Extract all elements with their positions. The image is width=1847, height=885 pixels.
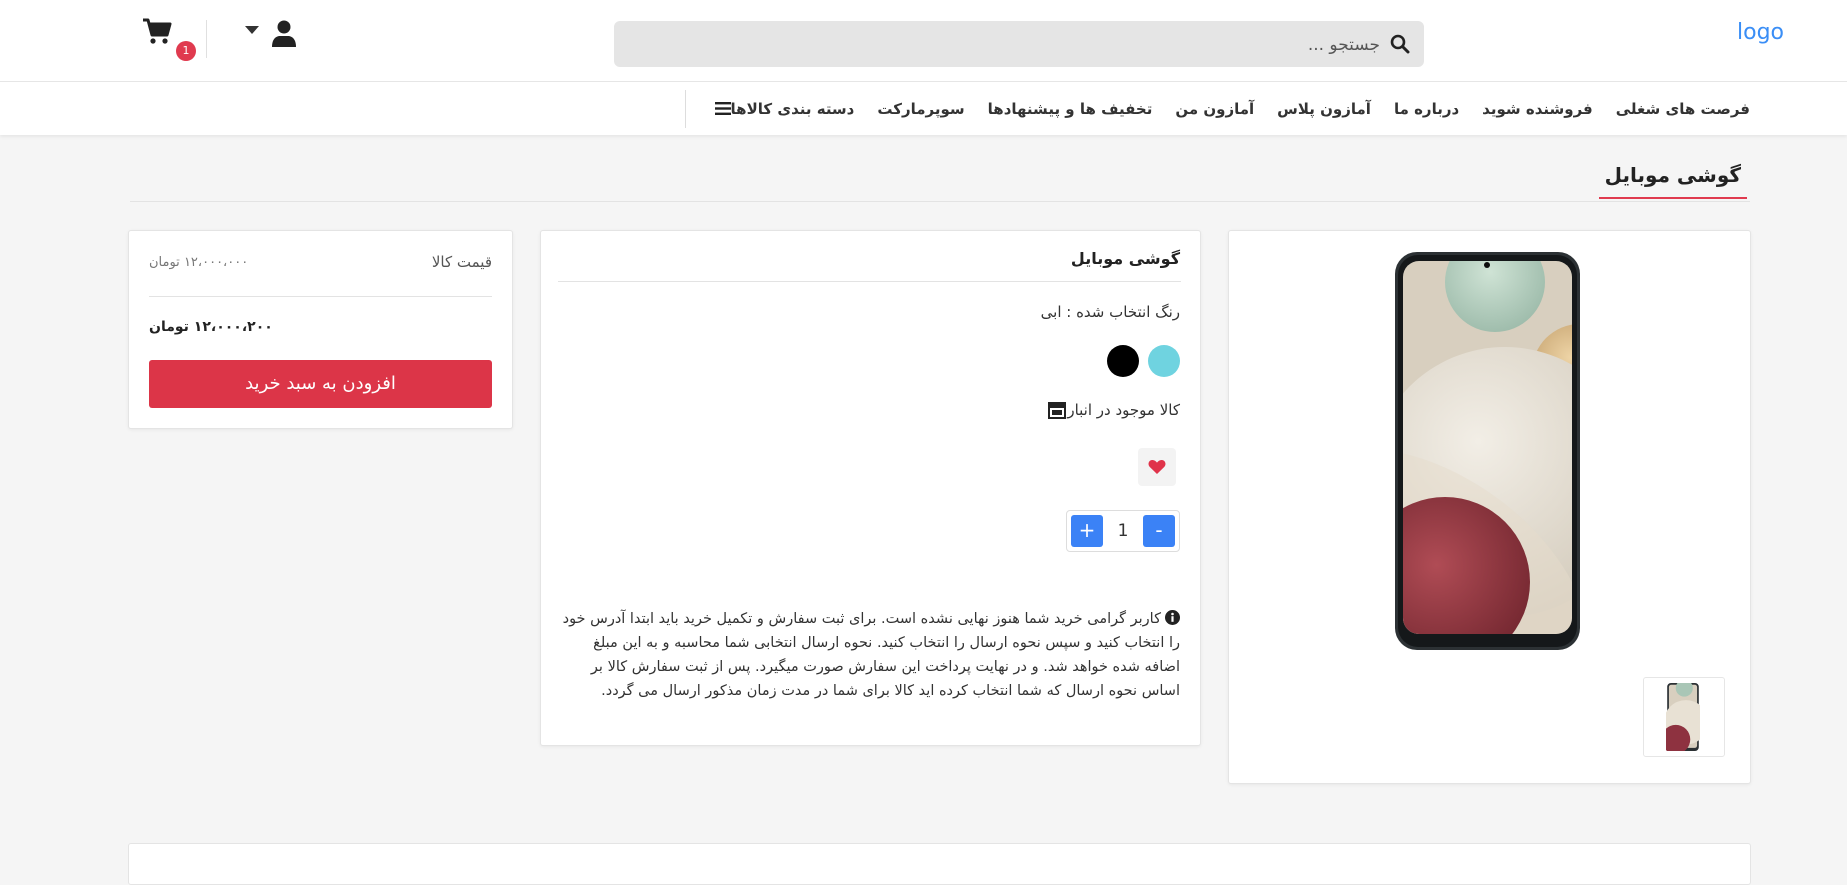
final-price: ۱۲،۰۰۰،۲۰۰ تومان bbox=[149, 319, 273, 335]
old-price: ۱۲،۰۰۰،۰۰۰ تومان bbox=[149, 255, 249, 270]
search-icon[interactable] bbox=[1390, 34, 1410, 54]
price-label: قیمت کالا bbox=[431, 253, 492, 271]
quantity-stepper: - 1 + bbox=[1066, 510, 1180, 552]
wishlist-button[interactable] bbox=[1138, 448, 1176, 486]
stock-status: کالا موجود در انبار bbox=[1038, 401, 1180, 419]
menu-icon bbox=[714, 102, 731, 115]
product-title: گوشی موبایل bbox=[1070, 249, 1180, 268]
thumbnail-image bbox=[1666, 683, 1700, 751]
product-gallery bbox=[1228, 230, 1751, 784]
title-divider bbox=[130, 201, 1750, 202]
chevron-down-icon bbox=[245, 26, 259, 34]
logo[interactable]: logo bbox=[1737, 20, 1784, 45]
nav-item-my-amazon[interactable]: آمازون من bbox=[1175, 100, 1254, 118]
increase-quantity-button[interactable]: + bbox=[1071, 515, 1103, 547]
store-icon bbox=[1048, 402, 1067, 419]
decrease-quantity-button[interactable]: - bbox=[1143, 515, 1175, 547]
main-navigation: دسته بندی کالاها سوپرمارکت تخفیف ها و پی… bbox=[0, 82, 1847, 135]
nav-item-about[interactable]: درباره ما bbox=[1394, 100, 1459, 118]
purchase-notice: کاربر گرامی خرید شما هنوز نهایی نشده است… bbox=[560, 607, 1180, 703]
info-divider bbox=[558, 281, 1181, 282]
color-swatch-black[interactable] bbox=[1107, 345, 1139, 377]
nav-categories[interactable]: دسته بندی کالاها bbox=[684, 89, 855, 128]
product-image[interactable] bbox=[1395, 252, 1580, 650]
nav-item-offers[interactable]: تخفیف ها و پیشنهادها bbox=[988, 100, 1153, 118]
thumbnail[interactable] bbox=[1643, 677, 1725, 757]
heart-icon bbox=[1148, 459, 1166, 474]
header-divider bbox=[206, 20, 207, 58]
search-bar[interactable] bbox=[614, 21, 1424, 69]
nav-list: دسته بندی کالاها سوپرمارکت تخفیف ها و پی… bbox=[663, 82, 1750, 135]
nav-item-supermarket[interactable]: سوپرمارکت bbox=[877, 100, 964, 118]
search-input[interactable] bbox=[638, 21, 1382, 69]
user-icon bbox=[272, 20, 296, 47]
price-divider bbox=[149, 296, 492, 297]
info-icon bbox=[1165, 610, 1180, 625]
nav-item-amazon-plus[interactable]: آمازون پلاس bbox=[1277, 100, 1371, 118]
add-to-cart-button[interactable]: افزودن به سبد خرید bbox=[149, 360, 492, 408]
color-swatch-blue[interactable] bbox=[1148, 345, 1180, 377]
page-title: گوشی موبایل bbox=[1598, 163, 1747, 199]
purchase-notice-text: کاربر گرامی خرید شما هنوز نهایی نشده است… bbox=[562, 611, 1180, 699]
user-menu-button[interactable] bbox=[245, 20, 297, 50]
nav-item-careers[interactable]: فرصت های شغلی bbox=[1616, 100, 1750, 118]
product-info: گوشی موبایل رنگ انتخاب شده : ابی کالا مو… bbox=[540, 230, 1201, 746]
related-products-section bbox=[128, 843, 1751, 885]
cart-count-badge: 1 bbox=[176, 41, 196, 61]
stock-label: کالا موجود در انبار bbox=[1067, 401, 1180, 419]
selected-color-label: رنگ انتخاب شده : ابی bbox=[1040, 303, 1180, 321]
cart-icon bbox=[143, 18, 172, 44]
quantity-value[interactable]: 1 bbox=[1105, 515, 1141, 547]
cart-button[interactable]: 1 bbox=[142, 17, 196, 61]
nav-categories-label: دسته بندی کالاها bbox=[730, 99, 855, 118]
nav-item-become-seller[interactable]: فروشنده شوید bbox=[1482, 100, 1593, 118]
purchase-box: قیمت کالا ۱۲،۰۰۰،۰۰۰ تومان ۱۲،۰۰۰،۲۰۰ تو… bbox=[128, 230, 513, 429]
